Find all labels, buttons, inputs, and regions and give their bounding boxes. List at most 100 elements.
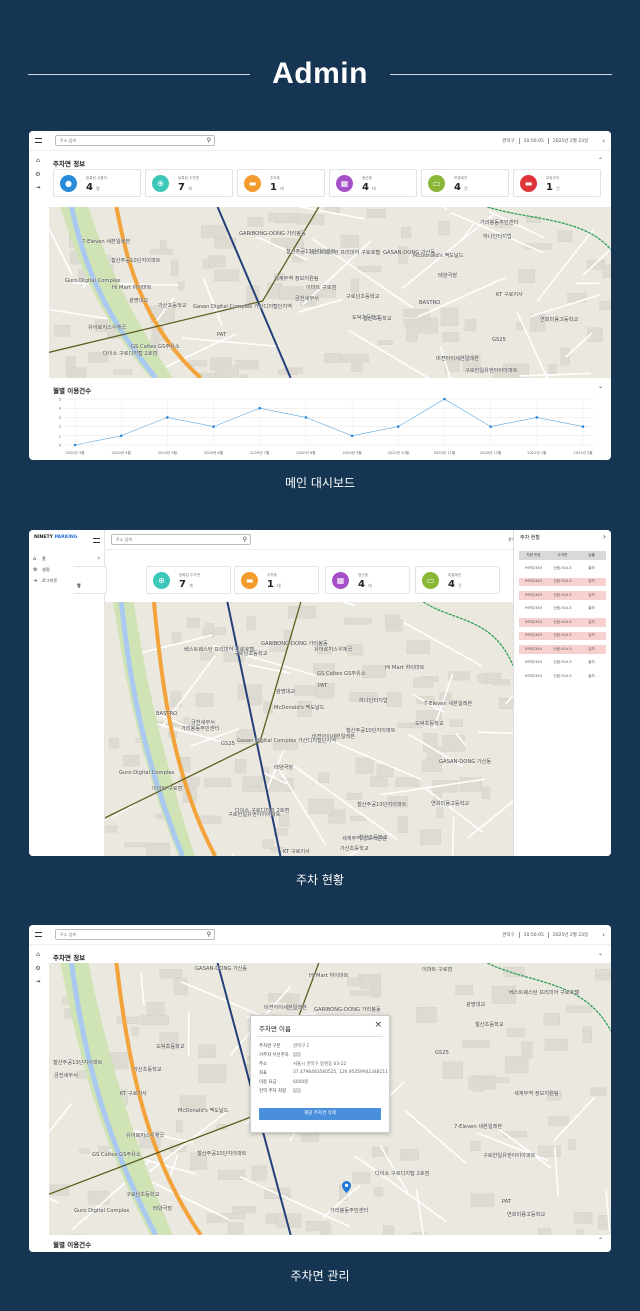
table-row[interactable]: 99허2345 신림-924-5 출차 — [519, 659, 606, 668]
map-label: 가산초등학교 — [158, 303, 187, 309]
map-label: 베스트웨스턴 프리미어 구로호텔 — [184, 647, 255, 653]
stat-card[interactable]: ⊕ 등록된 주차면 7 개 — [146, 566, 231, 594]
stat-card[interactable]: ▬ 주차중 1 대 — [237, 169, 325, 197]
map-label: 가산초등학교 — [133, 1067, 162, 1073]
series-line — [74, 398, 584, 446]
detail-key: 주차면 구분 — [259, 1044, 281, 1049]
map-block — [385, 614, 400, 627]
map-label: Guro Digital Complex — [74, 1208, 130, 1214]
logout-icon[interactable]: ⇥ — [32, 978, 44, 985]
stat-card[interactable]: ▦ 정산중 4 대 — [325, 566, 410, 594]
chevron-right-icon[interactable]: › — [603, 532, 606, 541]
map-label: 세계무역 정보지원팀 — [274, 276, 319, 282]
table-row[interactable]: 99허2345 신림-924-5 출차 — [519, 672, 606, 681]
logout-icon[interactable]: ⇥ — [32, 184, 44, 191]
home-icon[interactable]: ⌂ — [32, 951, 44, 958]
x-tick-label: 2021년 1월 — [527, 450, 546, 455]
stat-value: 1 — [267, 579, 274, 590]
table-row[interactable]: 99허2345 신림-924-5 입차 — [519, 577, 606, 586]
page-header: Admin — [0, 52, 640, 96]
table-row[interactable]: 99허2345 신림-924-5 입차 — [519, 645, 606, 654]
time-label: 10:56:05 — [523, 138, 544, 144]
detail-row: 거주자 우선주차 없음 — [259, 1052, 301, 1058]
map-label: Gasan Digital Complex 가산디지털단지역 — [193, 304, 293, 310]
map-block — [440, 307, 459, 326]
map-label: 금천세무서 — [295, 296, 319, 302]
gear-icon[interactable]: ⚙ — [32, 965, 44, 972]
table-row[interactable]: 99허2345 신림-924-5 입차 — [519, 591, 606, 600]
map-block — [308, 799, 334, 814]
map-block — [590, 1087, 607, 1096]
detail-value: 없음 — [293, 1089, 302, 1094]
map-label: 이마트 구로점 — [152, 786, 183, 792]
logo-accent: PARKING — [54, 535, 78, 540]
search-input[interactable]: 주소 검색 ⚲ — [111, 534, 251, 545]
map-label: 철산초등학교 — [475, 1022, 504, 1028]
delete-space-button[interactable]: 해당 주차면 삭제 — [259, 1108, 381, 1120]
table-row[interactable]: 99허2345 신림-924-5 입차 — [519, 631, 606, 640]
map-view[interactable]: 구로한일유앤아이아파트 광명대교 도덕초등학교 7-Eleven 세븐일레븐 GS25 철… — [49, 207, 611, 378]
map-label: 광명대교 — [276, 689, 296, 695]
chevron-up-icon[interactable]: ⌃ — [598, 157, 603, 164]
map-block — [360, 981, 373, 990]
map-block — [506, 1027, 525, 1037]
stat-card[interactable]: ● 등록된 사용자 4 명 — [53, 169, 141, 197]
map-block — [195, 693, 214, 707]
table-row[interactable]: 99허2345 신림-924-5 출차 — [519, 605, 606, 614]
detail-key: 전역 주차 차량 — [259, 1089, 287, 1094]
stat-value: 7 — [179, 579, 186, 590]
map-label: Guro Digital Complex — [119, 770, 175, 776]
table-row[interactable]: 99허2345 신림-924-5 출차 — [519, 564, 606, 573]
detail-key: 좌표 — [259, 1071, 268, 1076]
close-icon[interactable]: × — [374, 1020, 382, 1030]
sidebar-item-0[interactable]: ⌂ 홈 › — [33, 554, 100, 563]
search-icon[interactable]: ⚲ — [207, 137, 211, 144]
menu-toggle-icon[interactable] — [87, 530, 105, 550]
chevron-left-icon[interactable]: ‹ — [602, 137, 605, 145]
chevron-up-icon[interactable]: ⌃ — [598, 1237, 603, 1244]
map-label: 이마트 구로점 — [422, 967, 453, 973]
map-label: PAT — [502, 1199, 512, 1205]
stat-card[interactable]: ⊕ 등록된 주차면 7 개 — [145, 169, 233, 197]
data-point — [581, 425, 585, 428]
map-label: Hi Mart 하이마트 — [385, 665, 425, 671]
search-input[interactable]: 주소 검색 ⚲ — [55, 135, 215, 146]
stat-value: 4 — [358, 579, 365, 590]
search-input[interactable]: 주소 검색 ⚲ — [55, 929, 215, 940]
search-icon[interactable]: ⚲ — [243, 536, 247, 543]
stat-card[interactable]: ▬ 주차중 1 대 — [234, 566, 319, 594]
menu-toggle-icon[interactable] — [29, 925, 47, 945]
map-block — [131, 1027, 139, 1036]
y-tick-label: 4 — [59, 406, 62, 411]
table-cell: 신림-924-5 — [553, 565, 572, 570]
card-icon: ▭ — [422, 572, 439, 589]
map-block — [566, 1005, 593, 1013]
map-label: McDonald's 맥도날드 — [178, 1108, 229, 1114]
location-pin-icon[interactable] — [342, 1181, 351, 1193]
table-row[interactable]: 99허2345 신림-924-5 입차 — [519, 618, 606, 627]
home-icon[interactable]: ⌂ — [32, 157, 44, 164]
search-icon[interactable]: ⚲ — [207, 931, 211, 938]
menu-toggle-icon[interactable] — [29, 131, 47, 151]
map-block — [370, 775, 388, 787]
map-label: 가산초등학교 — [340, 846, 369, 852]
chevron-down-icon[interactable]: ⌄ — [598, 383, 603, 390]
stat-card[interactable]: ▬ 부정주차 1 건 — [513, 169, 601, 197]
map-block — [239, 374, 249, 378]
detail-key: 주소 — [259, 1062, 268, 1067]
chevron-down-icon[interactable]: ⌄ — [598, 950, 603, 957]
car-icon: ▬ — [241, 572, 258, 589]
stat-card[interactable]: ▦ 정산중 4 대 — [329, 169, 417, 197]
chevron-left-icon[interactable]: ‹ — [602, 931, 605, 939]
map-view[interactable]: 구로한일유앤아이아파트 광명대교 도덕초등학교 7-Eleven 세븐일레븐 GS25 철… — [105, 602, 513, 856]
map-label: 다이소 구로디지털 2호점 — [235, 808, 290, 814]
stat-card[interactable]: ▭ 미결제건 4 건 — [421, 169, 509, 197]
stat-card[interactable]: ▭ 미결제건 4 건 — [415, 566, 500, 594]
map-block — [481, 786, 491, 799]
stat-card[interactable]: 명 — [73, 566, 107, 594]
map-block — [344, 617, 372, 625]
gear-icon[interactable]: ⚙ — [32, 171, 44, 178]
map-block — [462, 1040, 490, 1048]
calculator-icon: ▦ — [336, 175, 353, 192]
map-block — [124, 842, 146, 847]
